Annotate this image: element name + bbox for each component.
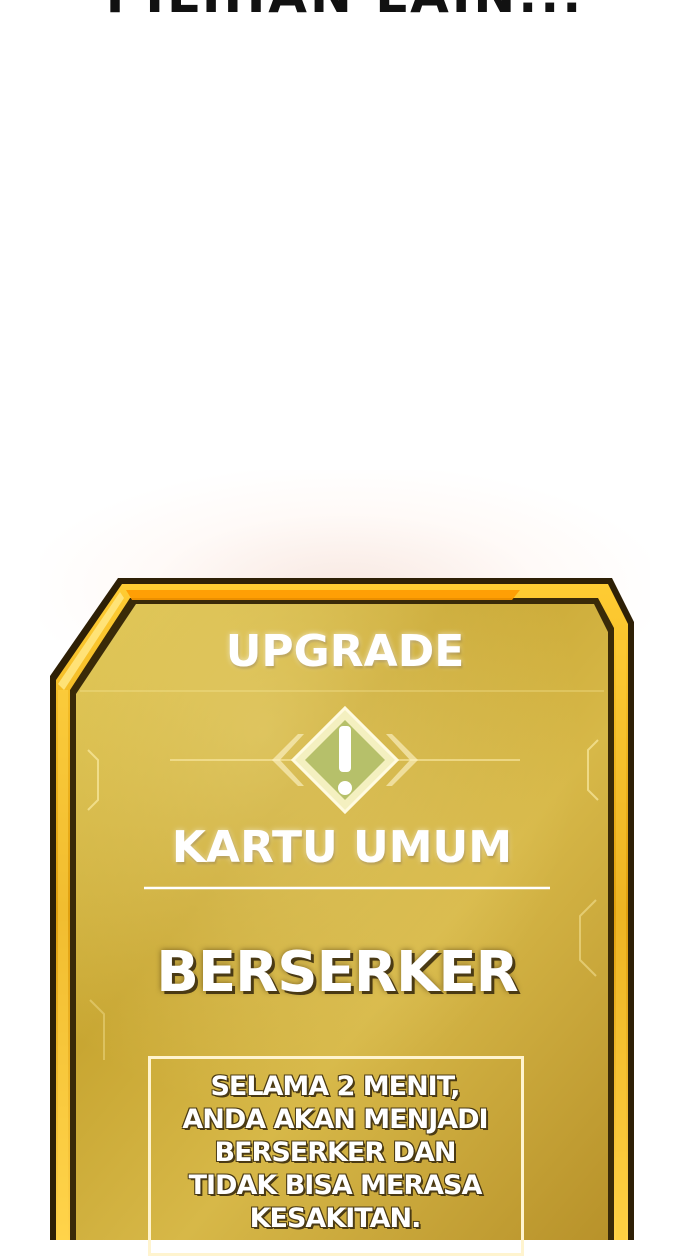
- card-header-label: UPGRADE: [225, 626, 465, 677]
- description-line: TIDAK BISA MERASA: [188, 1170, 483, 1201]
- card-name: BERSERKER: [156, 940, 519, 1005]
- description-line: ANDA AKAN MENJADI: [182, 1104, 488, 1135]
- description-line: BERSERKER DAN: [214, 1137, 457, 1168]
- description-line: SELAMA 2 MENIT,: [210, 1071, 460, 1102]
- card-category-label: KARTU UMUM: [171, 822, 513, 873]
- description-line: KESAKITAN.: [249, 1203, 422, 1234]
- card-description: SELAMA 2 MENIT, ANDA AKAN MENJADI BERSER…: [150, 1070, 520, 1235]
- card-frame: [50, 578, 634, 1240]
